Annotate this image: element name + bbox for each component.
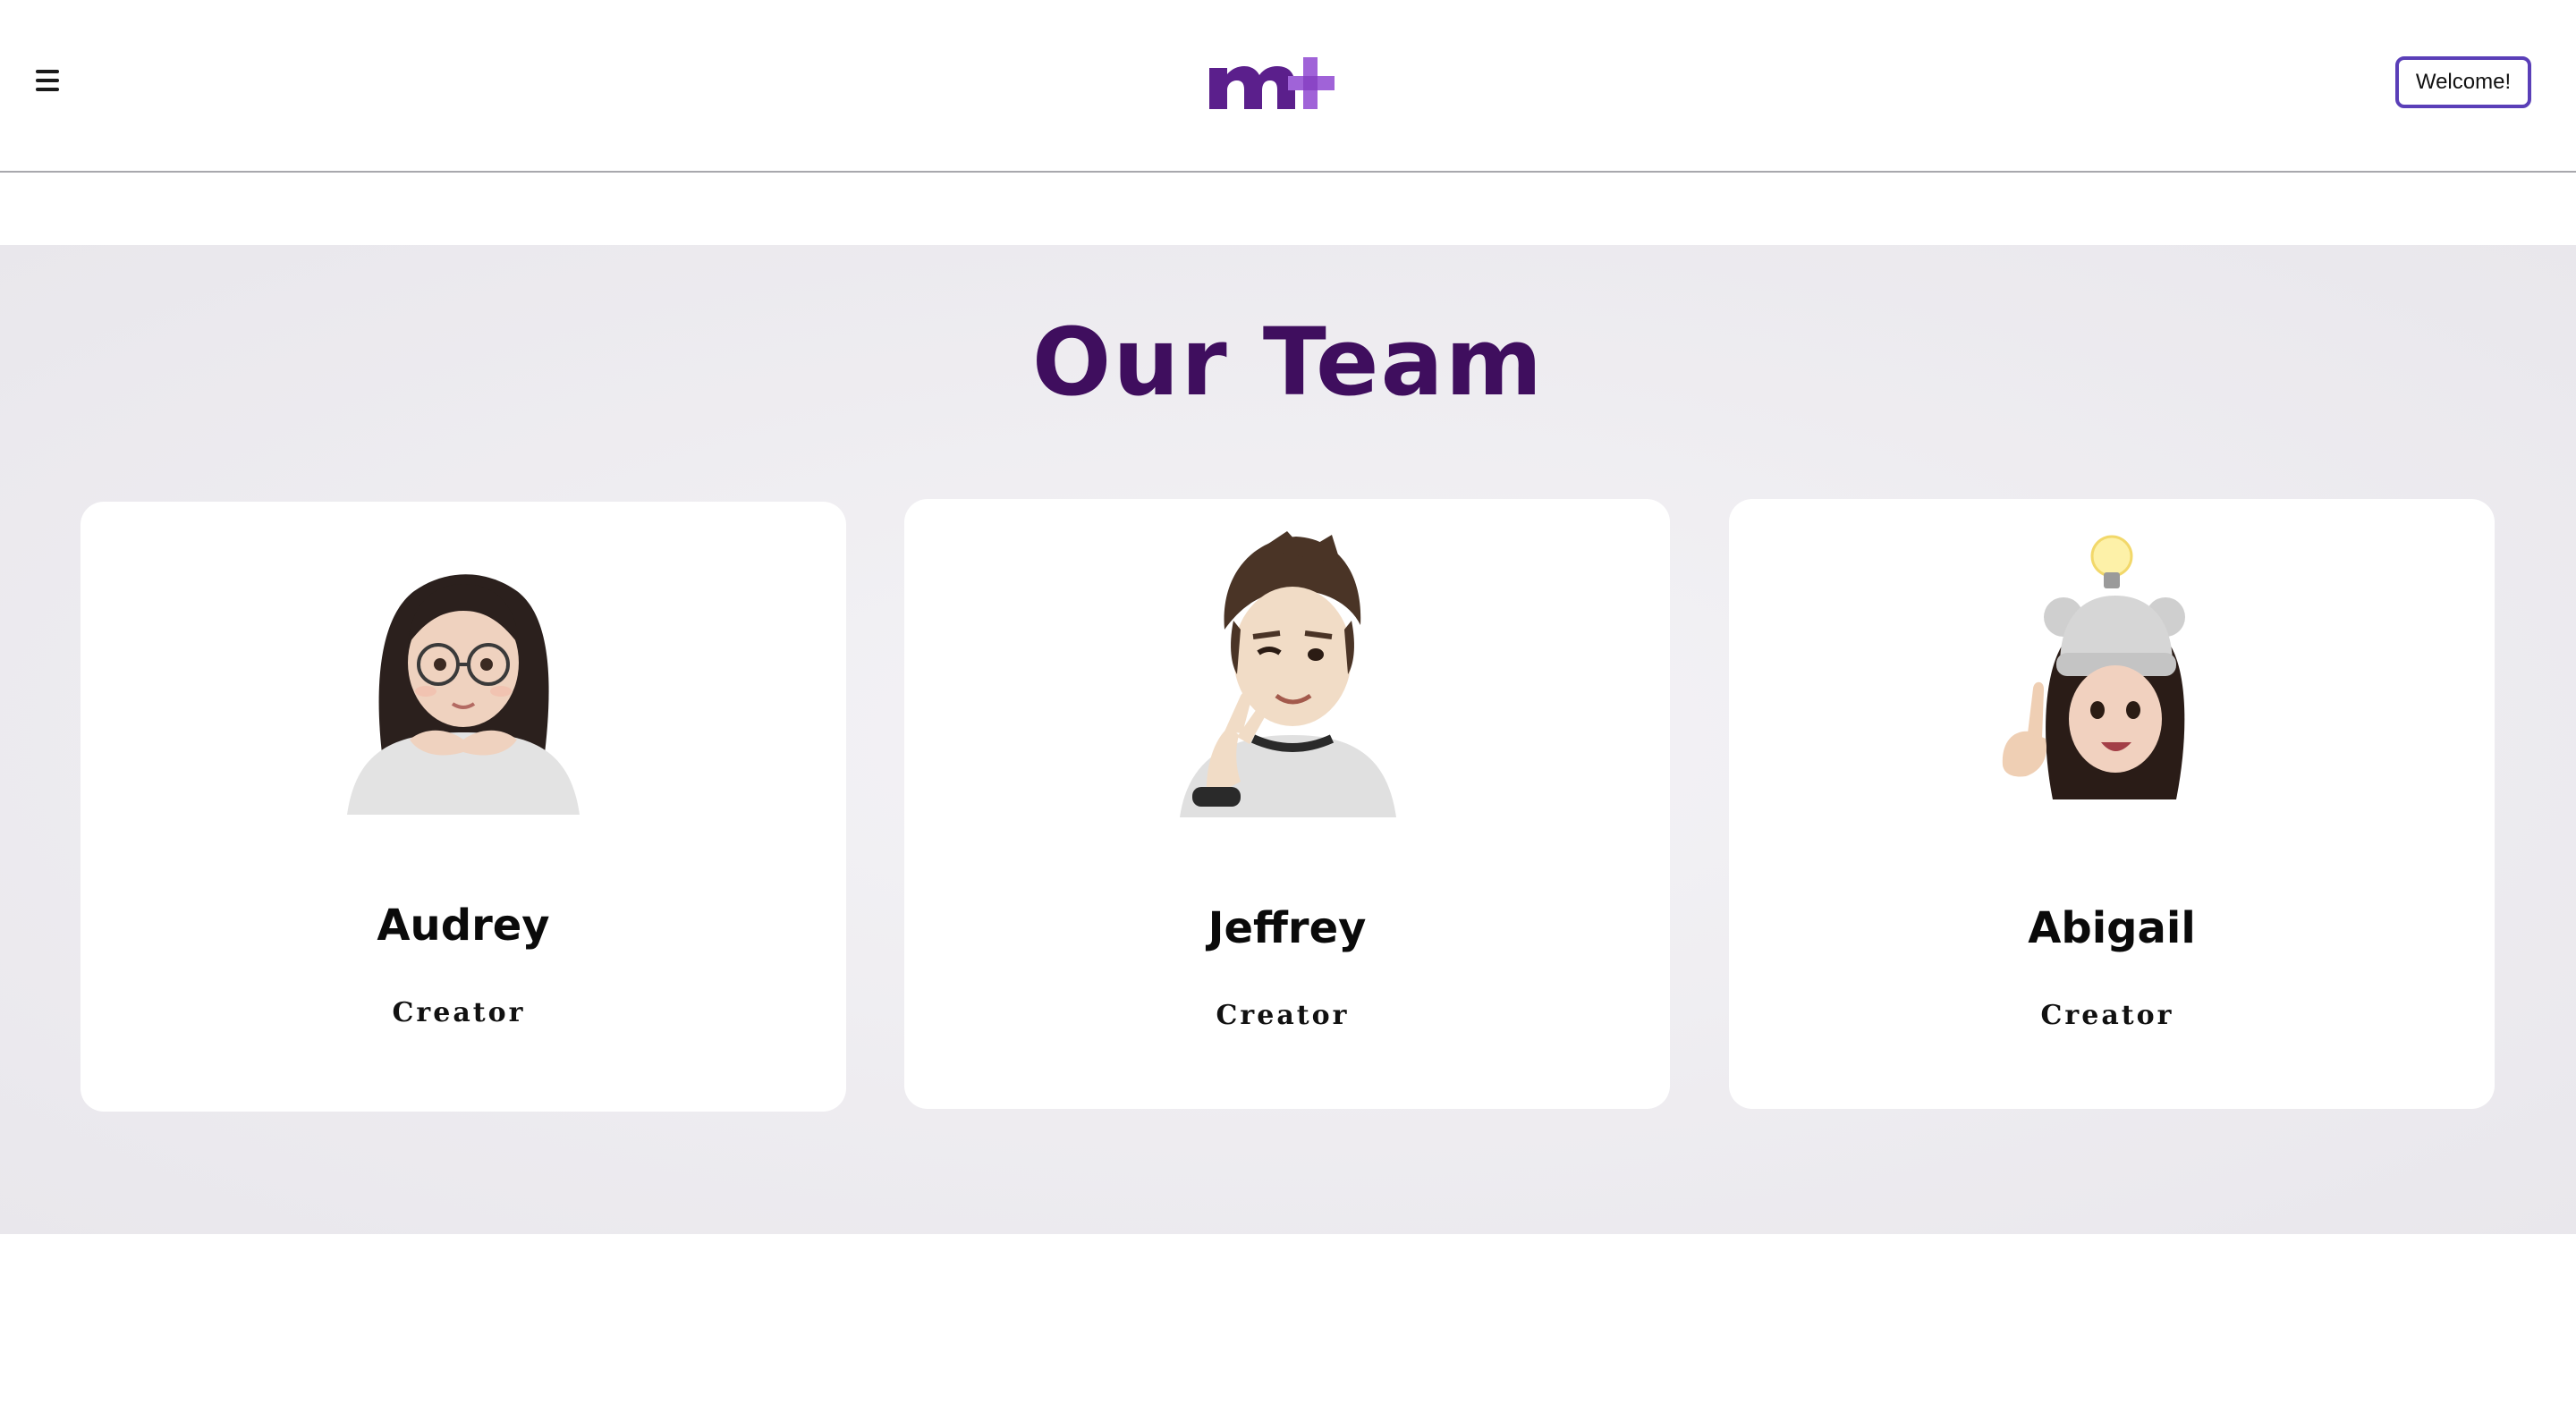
member-name: Abigail: [2028, 903, 2196, 953]
member-role: Creator: [1216, 1000, 1350, 1031]
m-plus-logo-icon: [1209, 57, 1335, 109]
team-card-jeffrey: Jeffrey Creator: [904, 499, 1670, 1109]
top-header: Welcome!: [0, 0, 2576, 173]
team-section: Our Team Audrey Creator Jeffrey Creator …: [0, 245, 2576, 1234]
section-title: Our Team: [1031, 308, 1545, 417]
avatar: [329, 529, 597, 815]
memoji-girl-beanie-lightbulb-icon: [2002, 535, 2185, 799]
welcome-button[interactable]: Welcome!: [2395, 56, 2531, 108]
brand-logo[interactable]: [1208, 50, 1342, 116]
hamburger-menu-icon[interactable]: [32, 64, 64, 97]
avatar: [1978, 531, 2246, 817]
team-card-abigail: Abigail Creator: [1729, 499, 2495, 1109]
team-card-audrey: Audrey Creator: [80, 502, 846, 1112]
member-role: Creator: [392, 997, 526, 1028]
member-name: Audrey: [377, 901, 550, 951]
memoji-boy-finger-heart-icon: [1180, 531, 1396, 817]
avatar: [1153, 531, 1421, 817]
member-role: Creator: [2040, 1000, 2174, 1031]
memoji-girl-glasses-icon: [347, 574, 580, 815]
member-name: Jeffrey: [1208, 903, 1367, 953]
